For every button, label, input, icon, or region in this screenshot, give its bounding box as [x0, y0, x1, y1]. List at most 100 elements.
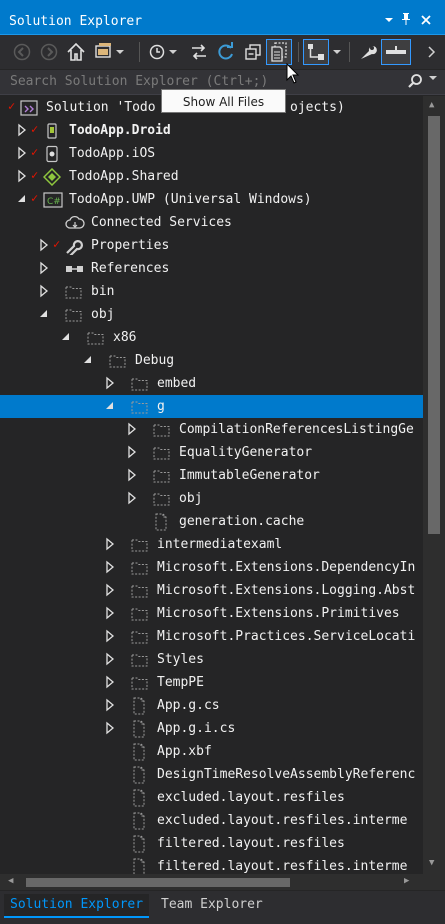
collapsed-triangle-icon[interactable] [104, 721, 116, 735]
collapsed-triangle-icon[interactable] [104, 652, 116, 666]
collapsed-triangle-icon[interactable] [104, 629, 116, 643]
collapsed-triangle-icon[interactable] [126, 422, 138, 436]
close-icon[interactable] [418, 12, 434, 30]
back-icon[interactable] [10, 40, 34, 64]
tree-row[interactable]: obj [0, 487, 423, 510]
tree-row[interactable]: excluded.layout.resfiles.interme [0, 809, 423, 832]
search-icon[interactable] [407, 73, 423, 93]
expanded-triangle-icon[interactable] [60, 330, 72, 344]
tree-row[interactable]: generation.cache [0, 510, 423, 533]
home-icon[interactable] [64, 40, 88, 64]
tab-team-explorer[interactable]: Team Explorer [155, 894, 269, 916]
tree-row[interactable]: embed [0, 372, 423, 395]
collapsed-triangle-icon[interactable] [126, 445, 138, 459]
tree-row[interactable]: excluded.layout.resfiles [0, 786, 423, 809]
collapsed-triangle-icon[interactable] [16, 169, 28, 183]
tree-row[interactable]: Styles [0, 648, 423, 671]
tree-row[interactable]: ✓ Properties [0, 234, 423, 257]
collapsed-triangle-icon[interactable] [104, 606, 116, 620]
dropdown-arrow-icon[interactable] [381, 12, 397, 30]
search-input[interactable]: Search Solution Explorer (Ctrl+;) [10, 74, 268, 89]
collapsed-triangle-icon[interactable] [126, 491, 138, 505]
collapse-all-icon[interactable] [241, 40, 265, 64]
tree-row[interactable]: App.xbf [0, 740, 423, 763]
refresh-icon[interactable] [214, 40, 238, 64]
tree-row[interactable]: App.g.i.cs [0, 717, 423, 740]
tree-row[interactable]: Microsoft.Extensions.Logging.Abst [0, 579, 423, 602]
tree-row[interactable]: bin [0, 280, 423, 303]
tree-row[interactable]: filtered.layout.resfiles.interme [0, 855, 423, 874]
overflow-chevron-icon[interactable] [425, 40, 439, 64]
checkmark-icon: ✓ [53, 237, 61, 251]
switch-views-icon[interactable] [92, 40, 130, 64]
horizontal-scrollbar-thumb[interactable] [26, 878, 290, 887]
tree-row-label: filtered.layout.resfiles.interme [157, 859, 408, 874]
tree-row[interactable]: ✓ TodoApp.iOS [0, 142, 423, 165]
expanded-triangle-icon[interactable] [38, 307, 50, 321]
tree-row[interactable]: intermediatexaml [0, 533, 423, 556]
collapsed-triangle-icon[interactable] [126, 468, 138, 482]
tree-row[interactable]: ✓ TodoApp.Shared [0, 165, 423, 188]
tree-row[interactable]: App.g.cs [0, 694, 423, 717]
folder-icon [153, 490, 171, 508]
expanded-triangle-icon[interactable] [104, 399, 116, 413]
tree-row[interactable]: Microsoft.Practices.ServiceLocati [0, 625, 423, 648]
folder-icon [131, 605, 149, 623]
horizontal-scrollbar[interactable]: ◀ ▶ [0, 874, 423, 890]
tree-row[interactable]: Microsoft.Extensions.DependencyIn [0, 556, 423, 579]
collapsed-triangle-icon[interactable] [38, 261, 50, 275]
tab-solution-explorer[interactable]: Solution Explorer [4, 894, 150, 918]
tree-row[interactable]: EqualityGenerator [0, 441, 423, 464]
expanded-triangle-icon[interactable] [16, 192, 28, 206]
vertical-scrollbar-thumb[interactable] [428, 116, 440, 534]
collapsed-triangle-icon[interactable] [16, 146, 28, 160]
preview-selected-items-icon[interactable] [303, 39, 329, 65]
tree-row[interactable]: DesignTimeResolveAssemblyReferenc [0, 763, 423, 786]
sync-with-active-document-icon[interactable] [187, 40, 211, 64]
forward-icon[interactable] [37, 40, 61, 64]
collapsed-triangle-icon[interactable] [104, 698, 116, 712]
tree-row[interactable]: ✓ TodoApp.Droid [0, 119, 423, 142]
collapsed-triangle-icon[interactable] [104, 376, 116, 390]
tree-row[interactable]: obj [0, 303, 423, 326]
collapsed-triangle-icon[interactable] [38, 284, 50, 298]
ios-project-icon [43, 145, 61, 163]
vertical-scrollbar[interactable]: ▲ ▼ [423, 96, 445, 874]
properties-wrench-icon[interactable] [356, 40, 380, 64]
scroll-up-icon[interactable]: ▲ [429, 100, 434, 110]
tree-row[interactable]: ✓ C# TodoApp.UWP (Universal Windows) [0, 188, 423, 211]
collapsed-triangle-icon[interactable] [38, 238, 50, 252]
tree-row[interactable]: References [0, 257, 423, 280]
pin-strip-icon[interactable] [381, 39, 411, 65]
tree-row[interactable]: ImmutableGenerator [0, 464, 423, 487]
tree-row[interactable]: x86 [0, 326, 423, 349]
cloud-icon [65, 214, 85, 232]
collapsed-triangle-icon[interactable] [104, 537, 116, 551]
expanded-triangle-icon[interactable] [82, 353, 94, 367]
show-all-files-tooltip: Show All Files [161, 89, 286, 113]
tree-row-label: DesignTimeResolveAssemblyReferenc [157, 767, 416, 782]
collapsed-triangle-icon[interactable] [104, 675, 116, 689]
scroll-left-icon[interactable]: ◀ [8, 876, 13, 886]
tree-row-label: g [157, 399, 165, 414]
svg-text:C#: C# [47, 197, 61, 207]
pin-icon[interactable] [398, 12, 414, 30]
tree-row[interactable]: Microsoft.Extensions.Primitives [0, 602, 423, 625]
show-all-files-icon[interactable] [266, 39, 292, 65]
folder-icon [65, 306, 83, 324]
scroll-down-icon[interactable]: ▼ [429, 858, 434, 868]
tree-row[interactable]: filtered.layout.resfiles [0, 832, 423, 855]
tree-row[interactable]: CompilationReferencesListingGe [0, 418, 423, 441]
references-icon [65, 260, 83, 278]
tree-row[interactable]: g [0, 395, 423, 418]
search-options-dropdown-icon[interactable] [429, 74, 437, 85]
dropdown-arrow-icon[interactable] [330, 40, 344, 64]
collapsed-triangle-icon[interactable] [104, 560, 116, 574]
tree-row[interactable]: Debug [0, 349, 423, 372]
tree-row[interactable]: TempPE [0, 671, 423, 694]
pending-changes-filter-icon[interactable] [146, 40, 182, 64]
scroll-right-icon[interactable]: ▶ [404, 876, 409, 886]
collapsed-triangle-icon[interactable] [16, 123, 28, 137]
collapsed-triangle-icon[interactable] [104, 583, 116, 597]
tree-row[interactable]: Connected Services [0, 211, 423, 234]
